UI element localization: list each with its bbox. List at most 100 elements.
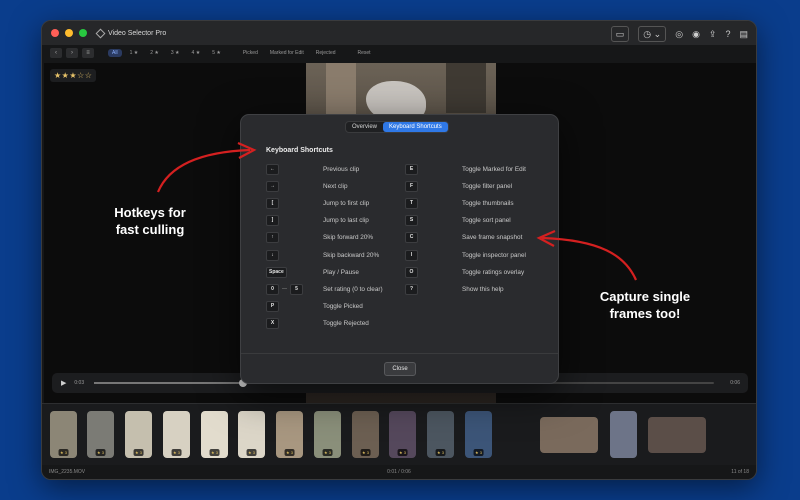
shortcut-label: Save frame snapshot: [462, 234, 523, 242]
shortcut-label: Toggle Picked: [323, 303, 363, 311]
callout-capture-line1: Capture single: [599, 289, 691, 304]
callout-capture: Capture single frames too!: [587, 288, 703, 322]
filmstrip-thumbnail[interactable]: ★ 3: [314, 411, 341, 458]
filter-picked[interactable]: Picked: [239, 49, 262, 57]
thumbnail-rating-badge: ★ 3: [360, 449, 371, 456]
shortcut-key: ?: [405, 283, 418, 295]
filmstrip-thumbnail[interactable]: ★ 3: [427, 411, 454, 458]
shortcut-label: Toggle thumbnails: [462, 199, 514, 207]
shortcut-row: T Toggle thumbnails: [405, 197, 514, 209]
shortcut-label: Skip backward 20%: [323, 251, 380, 259]
share-icon[interactable]: ⇪: [709, 27, 717, 41]
play-icon[interactable]: ▶: [61, 379, 66, 387]
filmstrip-thumbnail[interactable]: ★ 3: [389, 411, 416, 458]
shortcut-label: Play / Pause: [323, 268, 359, 276]
shortcut-row: ↓ Skip backward 20%: [266, 249, 379, 261]
filter-1-star[interactable]: 1 ★: [126, 49, 143, 57]
filter-rejected[interactable]: Rejected: [312, 49, 340, 57]
thumbnail-rating-badge: ★ 3: [284, 449, 295, 456]
filmstrip-thumbnail[interactable]: [540, 417, 598, 453]
tab-overview[interactable]: Overview: [346, 122, 383, 132]
filter-2-star[interactable]: 2 ★: [146, 49, 163, 57]
shortcut-key: T: [405, 197, 418, 209]
filmstrip-thumbnail[interactable]: ★ 3: [163, 411, 190, 458]
filmstrip-thumbnail[interactable]: [610, 411, 637, 458]
shortcut-row: ] Jump to last clip: [266, 215, 369, 227]
zoom-window-button[interactable]: [79, 29, 87, 37]
filmstrip-thumbnail[interactable]: ★ 3: [276, 411, 303, 458]
filter-marked-for-edit[interactable]: Marked for Edit: [266, 49, 308, 57]
shortcuts-dialog: Overview Keyboard Shortcuts Keyboard Sho…: [240, 114, 559, 384]
shortcut-key: X: [266, 318, 279, 330]
thumbnail-rating-badge: ★ 3: [397, 449, 408, 456]
shortcut-row: I Toggle inspector panel: [405, 249, 526, 261]
back-button[interactable]: ‹: [50, 48, 62, 58]
window-controls: [51, 29, 87, 37]
callout-hotkeys: Hotkeys for fast culling: [98, 204, 202, 238]
reset-button[interactable]: Reset: [354, 49, 375, 57]
close-window-button[interactable]: [51, 29, 59, 37]
thumbnail-rating-badge: ★ 3: [246, 449, 257, 456]
shortcut-key: [: [266, 197, 279, 209]
shortcut-key: 0: [266, 283, 279, 295]
shortcut-key: ↓: [266, 249, 279, 261]
filmstrip: ★ 3 ★ 3 ★ 3 ★ 3 ★ 3 ★ 3 ★ 3 ★ 3 ★ 3 ★ 3 ★ 3 ★ 3: [42, 403, 756, 465]
forward-button[interactable]: ›: [66, 48, 78, 58]
close-button[interactable]: Close: [384, 362, 416, 376]
speed-menu-icon[interactable]: ◷ ⌄: [638, 26, 667, 42]
thumbnail-rating-badge: ★ 3: [58, 449, 69, 456]
filter-all[interactable]: All: [108, 49, 122, 57]
filmstrip-thumbnail[interactable]: ★ 3: [201, 411, 228, 458]
shortcut-row: E Toggle Marked for Edit: [405, 163, 526, 175]
filter-3-star[interactable]: 3 ★: [167, 49, 184, 57]
filmstrip-thumbnail[interactable]: ★ 3: [50, 411, 77, 458]
callout-capture-line2: frames too!: [609, 306, 681, 321]
status-position: 11 of 18: [731, 469, 749, 475]
folder-icon[interactable]: ▭: [610, 26, 630, 42]
dialog-tabs: Overview Keyboard Shortcuts: [345, 121, 449, 133]
app-title: Video Selector Pro: [95, 28, 167, 38]
filter-5-star[interactable]: 5 ★: [208, 49, 225, 57]
filter-4-star[interactable]: 4 ★: [188, 49, 205, 57]
callout-hotkeys-line2: fast culling: [115, 222, 185, 237]
stats-icon[interactable]: ◉: [692, 27, 700, 41]
shortcut-row: C Save frame snapshot: [405, 232, 522, 244]
help-icon[interactable]: ?: [725, 27, 730, 41]
shortcut-label: Toggle Marked for Edit: [462, 165, 526, 173]
thumbnail-rating-badge: ★ 3: [473, 449, 484, 456]
list-button[interactable]: ≡: [82, 48, 94, 58]
callout-hotkeys-line1: Hotkeys for: [114, 205, 186, 220]
shortcut-label: Set rating (0 to clear): [323, 285, 383, 293]
thumbnail-rating-badge: ★ 3: [95, 449, 106, 456]
thumbnail-rating-badge: ★ 3: [133, 449, 144, 456]
filmstrip-thumbnail[interactable]: ★ 3: [125, 411, 152, 458]
filmstrip-thumbnail[interactable]: ★ 3: [465, 411, 492, 458]
tab-keyboard-shortcuts[interactable]: Keyboard Shortcuts: [383, 122, 448, 132]
filmstrip-thumbnail[interactable]: [648, 417, 706, 453]
thumbnail-rating-badge: ★ 3: [171, 449, 182, 456]
shortcut-row: ← Previous clip: [266, 163, 359, 175]
filmstrip-thumbnail[interactable]: ★ 3: [238, 411, 265, 458]
shortcut-label: Toggle inspector panel: [462, 251, 526, 259]
current-time: 0:03: [74, 380, 85, 386]
sidebar-icon[interactable]: ▤: [739, 27, 748, 41]
shortcut-row: ↑ Skip forward 20%: [266, 232, 373, 244]
key-range-separator: —: [282, 286, 287, 293]
shortcut-key: ]: [266, 215, 279, 227]
shortcut-key: O: [405, 266, 418, 278]
shortcut-row: [Jump to first clip: [266, 197, 369, 209]
minimize-window-button[interactable]: [65, 29, 73, 37]
shortcut-label: Previous clip: [323, 165, 360, 173]
audio-icon[interactable]: ◎: [675, 27, 683, 41]
status-time: 0:01 / 0:06: [387, 469, 411, 475]
dialog-footer: Close: [241, 353, 558, 383]
shortcut-label: Toggle filter panel: [462, 182, 513, 190]
shortcut-key: I: [405, 249, 418, 261]
filmstrip-thumbnail[interactable]: ★ 3: [352, 411, 379, 458]
shortcut-row: O Toggle ratings overlay: [405, 266, 524, 278]
status-filename: IMG_2235.MOV: [49, 469, 86, 475]
shortcut-key: Space: [266, 266, 287, 278]
thumbnail-rating-badge: ★ 3: [435, 449, 446, 456]
app-title-text: Video Selector Pro: [108, 29, 167, 37]
filmstrip-thumbnail[interactable]: ★ 3: [87, 411, 114, 458]
